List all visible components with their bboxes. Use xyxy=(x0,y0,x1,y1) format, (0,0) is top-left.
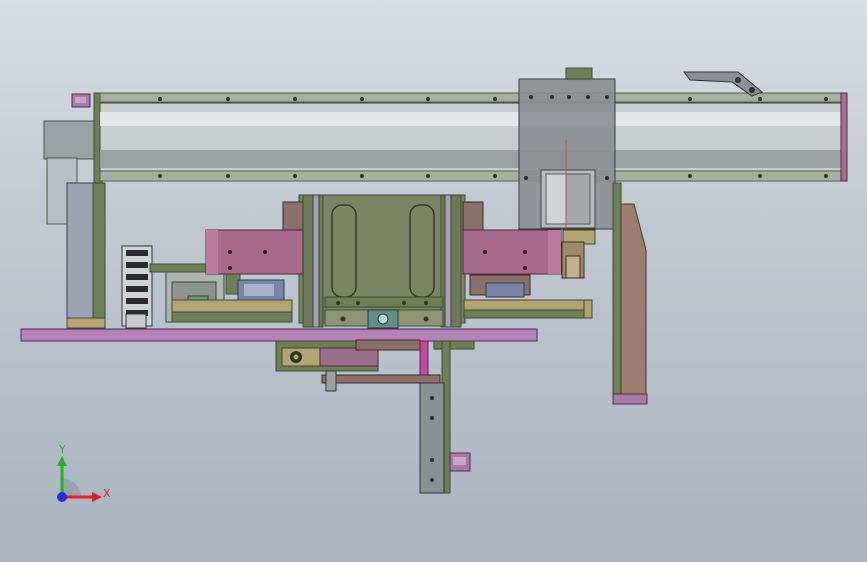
carriage-top-clamp xyxy=(565,67,593,81)
end-cap-right xyxy=(840,92,848,182)
left-column-back xyxy=(66,182,94,324)
y-axis-arrow xyxy=(57,456,67,466)
motor-housing xyxy=(43,120,97,160)
upper-rail xyxy=(99,92,846,103)
y-axis-label: Y xyxy=(58,443,66,456)
x-axis-label: X xyxy=(103,487,111,500)
machine-assembly-drawing: Y X xyxy=(20,67,848,502)
lower-rail xyxy=(99,170,846,182)
support-column xyxy=(612,182,622,399)
right-support xyxy=(612,182,648,405)
brown-arm xyxy=(620,203,647,397)
base-plate xyxy=(20,328,538,342)
axis-triad: Y X xyxy=(57,443,111,502)
cad-viewport[interactable]: Y X xyxy=(0,0,867,562)
cable-chain xyxy=(121,245,153,329)
left-block xyxy=(205,229,304,275)
support-foot xyxy=(612,393,648,405)
right-block xyxy=(462,229,562,275)
left-support xyxy=(66,182,106,329)
x-axis-arrow xyxy=(92,492,102,502)
right-slide xyxy=(463,274,593,319)
left-column-front xyxy=(92,182,106,329)
z-axis-dot xyxy=(57,492,67,502)
center-frame xyxy=(282,194,484,329)
under-plate-mechanism xyxy=(275,339,475,494)
